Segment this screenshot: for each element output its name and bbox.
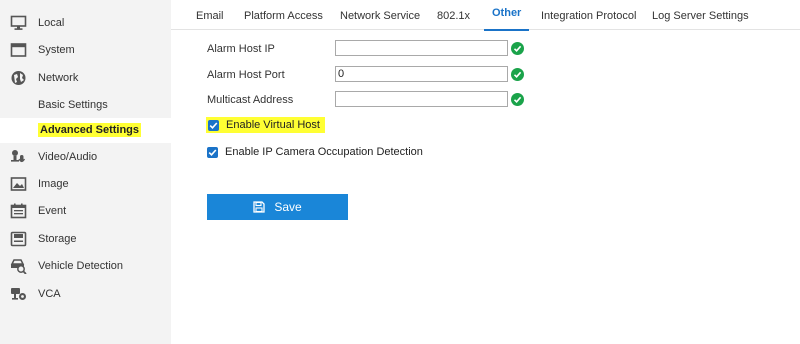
- calendar-icon: [10, 203, 27, 219]
- sidebar-item-label: Local: [38, 17, 65, 29]
- tab-bar: Email Platform Access Network Service 80…: [171, 0, 800, 31]
- sidebar-item-label: Advanced Settings: [38, 123, 142, 137]
- monitor-icon: [10, 15, 27, 31]
- vca-camera-icon: [10, 286, 27, 302]
- save-button-label: Save: [274, 200, 302, 214]
- disk-icon: [10, 231, 27, 247]
- globe-icon: [10, 70, 27, 86]
- alarm-host-ip-label: Alarm Host IP: [207, 43, 275, 55]
- sidebar-item-basic-settings[interactable]: Basic Settings: [0, 93, 171, 117]
- sidebar-item-network[interactable]: Network: [0, 66, 171, 90]
- enable-ip-camera-occupation-row: Enable IP Camera Occupation Detection: [207, 144, 423, 160]
- sidebar-item-local[interactable]: Local: [0, 11, 171, 35]
- image-icon: [10, 176, 27, 192]
- sidebar-item-label: Vehicle Detection: [38, 260, 123, 272]
- sidebar-item-label: Image: [38, 178, 69, 190]
- valid-check-icon: [511, 93, 524, 106]
- floppy-disk-icon: [253, 201, 265, 213]
- enable-ip-camera-occupation-checkbox[interactable]: [207, 146, 218, 158]
- enable-virtual-host-row: Enable Virtual Host: [206, 117, 325, 133]
- multicast-address-label: Multicast Address: [207, 94, 294, 106]
- tab-network-service[interactable]: Network Service: [340, 0, 420, 30]
- tab-email[interactable]: Email: [196, 0, 224, 30]
- multicast-address-input[interactable]: [335, 91, 508, 107]
- valid-check-icon: [511, 68, 524, 81]
- tab-other[interactable]: Other: [483, 0, 530, 31]
- enable-virtual-host-label: Enable Virtual Host: [226, 119, 320, 131]
- sidebar-item-label: VCA: [38, 288, 61, 300]
- sidebar-item-event[interactable]: Event: [0, 199, 171, 223]
- enable-virtual-host-checkbox[interactable]: [208, 119, 219, 131]
- sidebar-item-video-audio[interactable]: Video/Audio: [0, 145, 171, 169]
- sidebar-item-image[interactable]: Image: [0, 172, 171, 196]
- window-icon: [10, 42, 27, 58]
- tab-platform-access[interactable]: Platform Access: [244, 0, 323, 30]
- sidebar-item-label: Event: [38, 205, 67, 217]
- sidebar: Local System Network Basic Settings Adva…: [0, 0, 171, 344]
- tab-802-1x[interactable]: 802.1x: [437, 0, 470, 30]
- sidebar-item-storage[interactable]: Storage: [0, 227, 171, 251]
- alarm-host-port-label: Alarm Host Port: [207, 69, 285, 81]
- sidebar-item-label: Storage: [38, 233, 77, 245]
- vehicle-search-icon: [10, 258, 27, 274]
- sidebar-item-label: System: [38, 44, 75, 56]
- sidebar-item-vca[interactable]: VCA: [0, 282, 171, 306]
- alarm-host-ip-input[interactable]: [335, 40, 508, 56]
- sidebar-item-label: Network: [38, 72, 79, 84]
- valid-check-icon: [511, 42, 524, 55]
- alarm-host-port-input[interactable]: [335, 66, 508, 82]
- sidebar-item-label: Video/Audio: [38, 151, 98, 163]
- tab-integration-protocol[interactable]: Integration Protocol: [541, 0, 636, 30]
- sidebar-item-label: Basic Settings: [38, 99, 108, 111]
- sidebar-item-system[interactable]: System: [0, 38, 171, 62]
- tab-log-server-settings[interactable]: Log Server Settings: [652, 0, 749, 30]
- enable-ip-camera-occupation-label: Enable IP Camera Occupation Detection: [225, 146, 423, 158]
- sidebar-item-advanced-settings[interactable]: Advanced Settings: [0, 118, 171, 143]
- camera-mic-icon: [10, 149, 27, 165]
- sidebar-item-vehicle-detection[interactable]: Vehicle Detection: [0, 254, 171, 278]
- save-button[interactable]: Save: [207, 194, 348, 220]
